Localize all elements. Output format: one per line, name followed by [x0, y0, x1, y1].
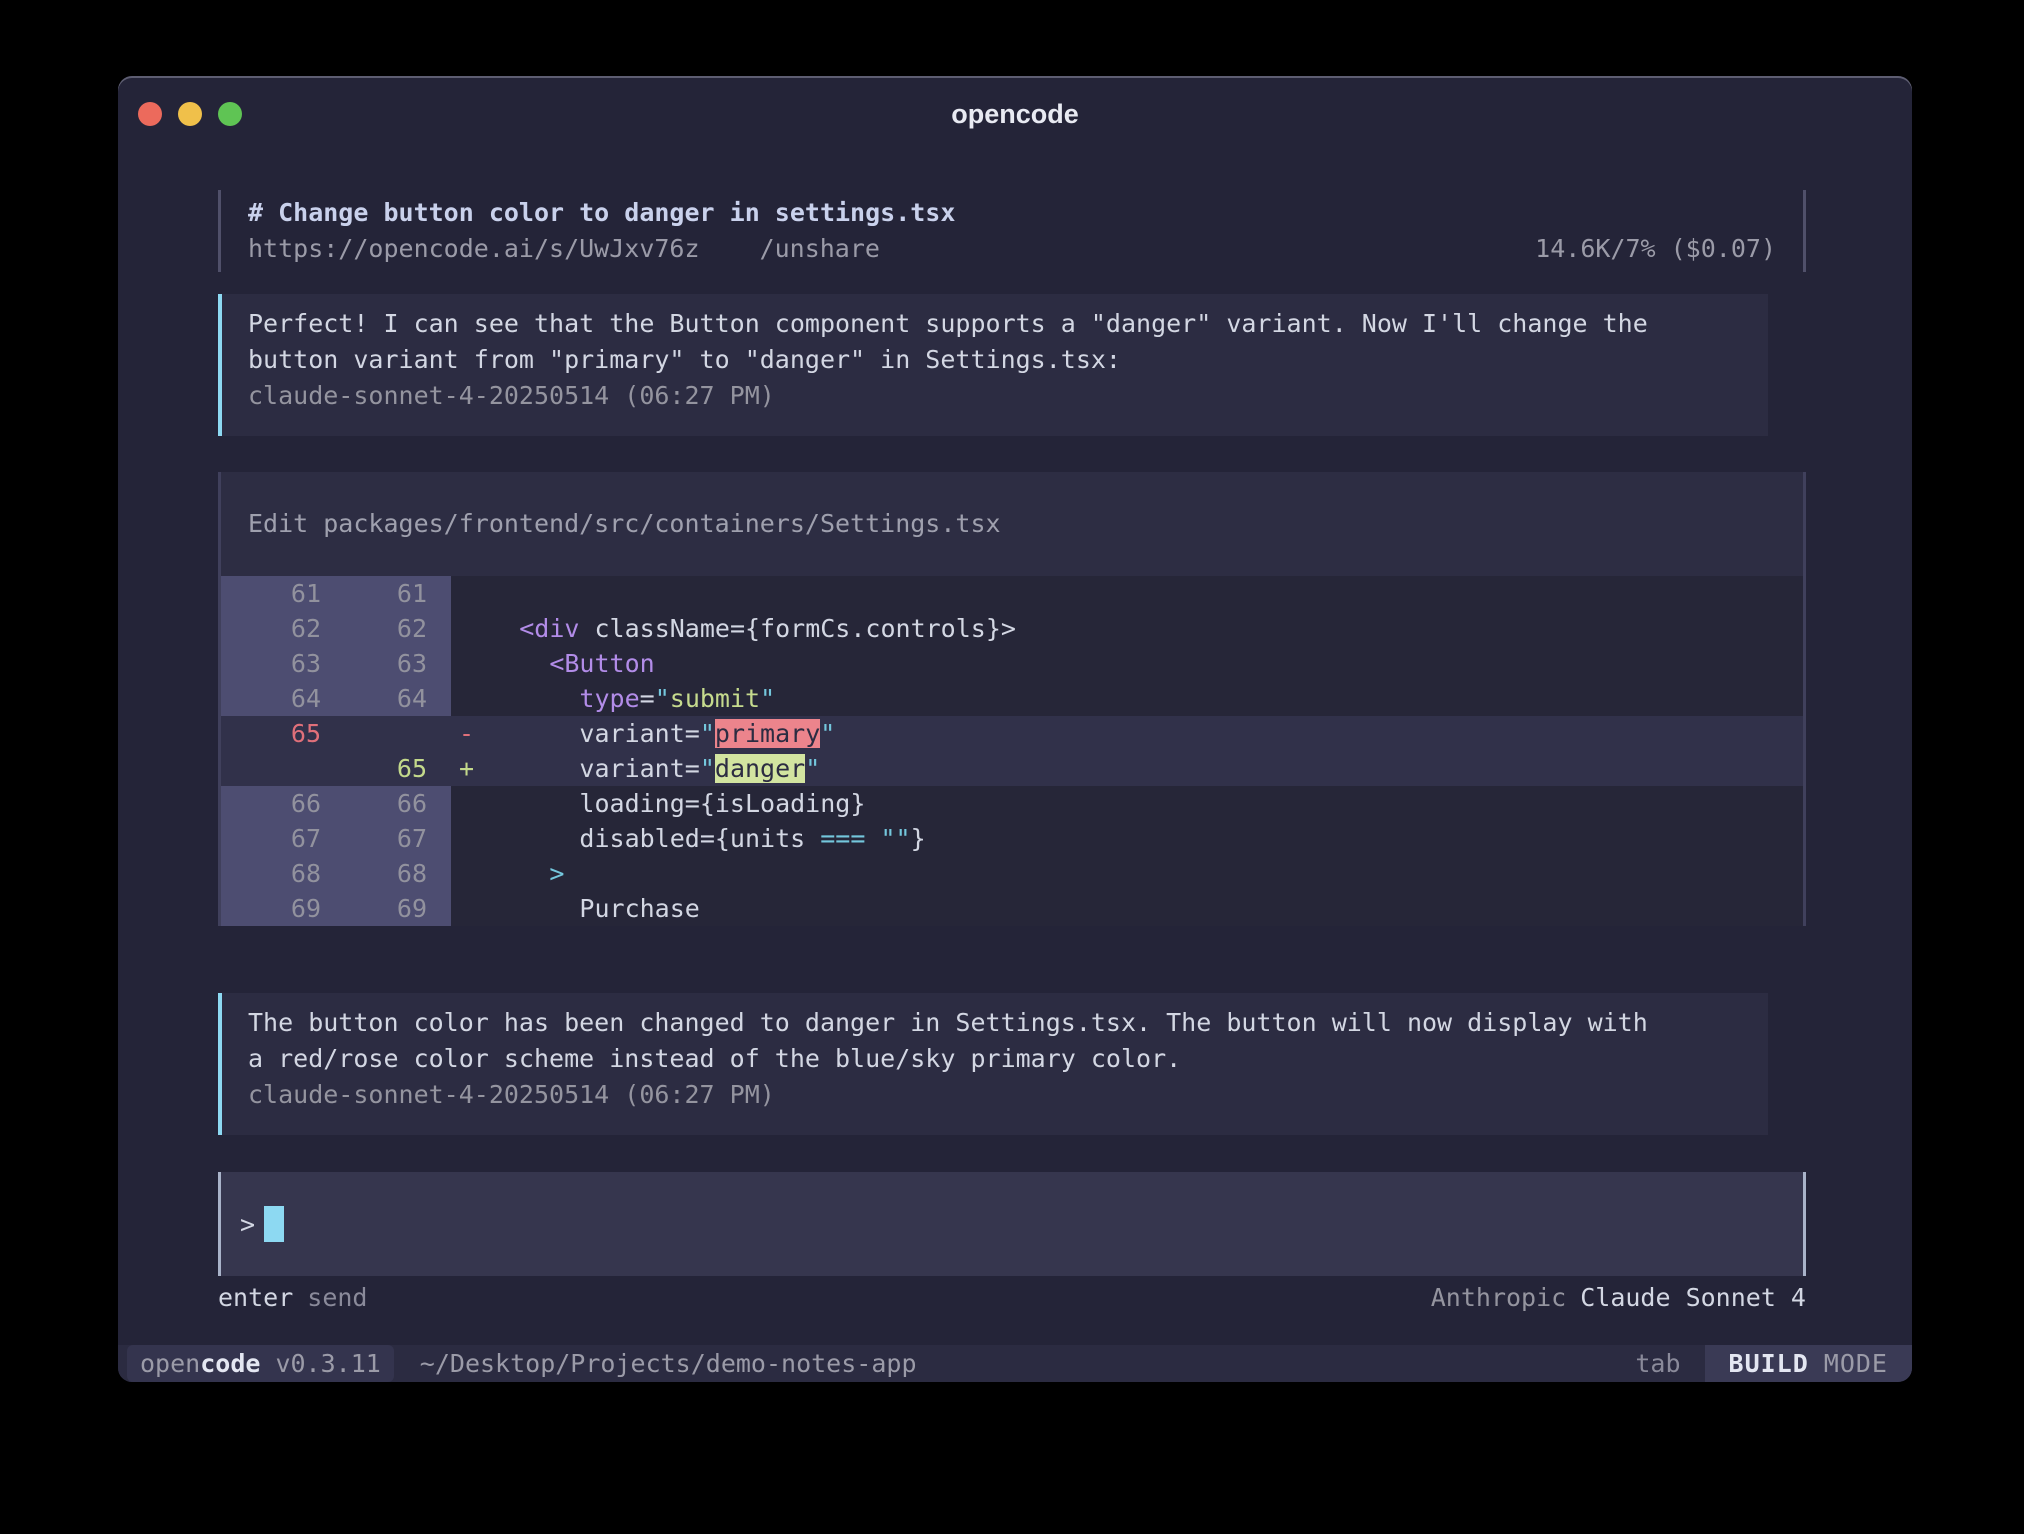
share-url-link[interactable]: https://opencode.ai/s/UwJxv76z [248, 231, 700, 267]
mode-chip[interactable]: BUILD MODE [1705, 1345, 1912, 1382]
text-cursor [264, 1206, 284, 1242]
old-line-number: 62 [221, 611, 335, 646]
traffic-lights [138, 102, 242, 126]
message-text: Perfect! I can see that the Button compo… [248, 306, 1768, 378]
send-hint: enter send [218, 1280, 367, 1316]
old-line-number [221, 751, 335, 786]
new-line-number: 63 [335, 646, 451, 681]
old-line-number: 68 [221, 856, 335, 891]
model-label: Claude Sonnet 4 [1580, 1283, 1806, 1312]
diff-row: 6161 [221, 576, 1803, 611]
assistant-message: The button color has been changed to dan… [218, 993, 1768, 1135]
screen: opencode # Change button color to danger… [0, 0, 2024, 1534]
diff-row: 6666 loading={isLoading} [221, 786, 1803, 821]
opencode-window: opencode # Change button color to danger… [118, 76, 1912, 1382]
model-timestamp: claude-sonnet-4-20250514 (06:27 PM) [248, 378, 1768, 414]
enter-key-hint: enter [218, 1283, 293, 1312]
edit-file-title: Edit packages/frontend/src/containers/Se… [221, 472, 1803, 576]
prompt-symbol: > [240, 1210, 255, 1239]
message-line: button variant from "primary" to "danger… [248, 342, 1768, 378]
session-title: # Change button color to danger in setti… [248, 195, 1776, 231]
context-usage: 14.6K/7% ($0.07) [1535, 231, 1776, 267]
old-line-number: 67 [221, 821, 335, 856]
maximize-button[interactable] [218, 102, 242, 126]
diff-row: 6262 <div className={formCs.controls}> [221, 611, 1803, 646]
diff-row: 65 - variant="primary" [221, 716, 1803, 751]
code-line: <Button [451, 646, 1803, 681]
send-label: send [307, 1283, 367, 1312]
model-indicator: Anthropic Claude Sonnet 4 [1431, 1280, 1806, 1316]
tab-key-hint[interactable]: tab [1635, 1345, 1680, 1382]
assistant-message: Perfect! I can see that the Button compo… [218, 294, 1768, 436]
old-line-number: 65 [221, 716, 335, 751]
titlebar: opencode [118, 76, 1912, 152]
code-line: type="submit" [451, 681, 1803, 716]
diff-row: 6363 <Button [221, 646, 1803, 681]
code-line [451, 576, 1803, 611]
prompt-input[interactable]: > [218, 1172, 1806, 1276]
old-line-number: 66 [221, 786, 335, 821]
app-version-chip: opencode v0.3.11 [127, 1345, 394, 1382]
code-line: <div className={formCs.controls}> [451, 611, 1803, 646]
new-line-number: 68 [335, 856, 451, 891]
model-timestamp: claude-sonnet-4-20250514 (06:27 PM) [248, 1077, 1768, 1113]
old-line-number: 61 [221, 576, 335, 611]
mode-primary: BUILD [1729, 1349, 1809, 1378]
old-line-number: 69 [221, 891, 335, 926]
code-line: Purchase [451, 891, 1803, 926]
new-line-number: 66 [335, 786, 451, 821]
new-line-number [335, 716, 451, 751]
app-name-regular: open [140, 1349, 200, 1378]
old-line-number: 63 [221, 646, 335, 681]
app-version: v0.3.11 [275, 1349, 380, 1378]
new-line-number: 65 [335, 751, 451, 786]
new-line-number: 61 [335, 576, 451, 611]
unshare-command[interactable]: /unshare [760, 231, 880, 267]
code-line: loading={isLoading} [451, 786, 1803, 821]
code-line: + variant="danger" [451, 751, 1803, 786]
hint-bar: enter send Anthropic Claude Sonnet 4 [218, 1280, 1806, 1316]
old-line-number: 64 [221, 681, 335, 716]
close-button[interactable] [138, 102, 162, 126]
session-header: # Change button color to danger in setti… [218, 190, 1806, 272]
diff-view: 61616262 <div className={formCs.controls… [221, 576, 1803, 926]
code-line: > [451, 856, 1803, 891]
diff-row: 6464 type="submit" [221, 681, 1803, 716]
app-name-bold: code [200, 1349, 260, 1378]
edit-tool-block: Edit packages/frontend/src/containers/Se… [218, 472, 1806, 926]
diff-row: 6868 > [221, 856, 1803, 891]
message-text: The button color has been changed to dan… [248, 1005, 1768, 1077]
new-line-number: 64 [335, 681, 451, 716]
mode-secondary: MODE [1824, 1349, 1888, 1378]
diff-row: 6767 disabled={units === ""} [221, 821, 1803, 856]
new-line-number: 62 [335, 611, 451, 646]
working-directory: ~/Desktop/Projects/demo-notes-app [420, 1345, 917, 1382]
message-line: a red/rose color scheme instead of the b… [248, 1041, 1768, 1077]
new-line-number: 67 [335, 821, 451, 856]
code-line: disabled={units === ""} [451, 821, 1803, 856]
provider-label: Anthropic [1431, 1283, 1566, 1312]
diff-row: 6969 Purchase [221, 891, 1803, 926]
new-line-number: 69 [335, 891, 451, 926]
code-line: - variant="primary" [451, 716, 1803, 751]
message-line: Perfect! I can see that the Button compo… [248, 306, 1768, 342]
diff-row: 65+ variant="danger" [221, 751, 1803, 786]
message-line: The button color has been changed to dan… [248, 1005, 1768, 1041]
status-bar: opencode v0.3.11 ~/Desktop/Projects/demo-… [118, 1345, 1912, 1382]
window-title: opencode [118, 76, 1912, 152]
minimize-button[interactable] [178, 102, 202, 126]
